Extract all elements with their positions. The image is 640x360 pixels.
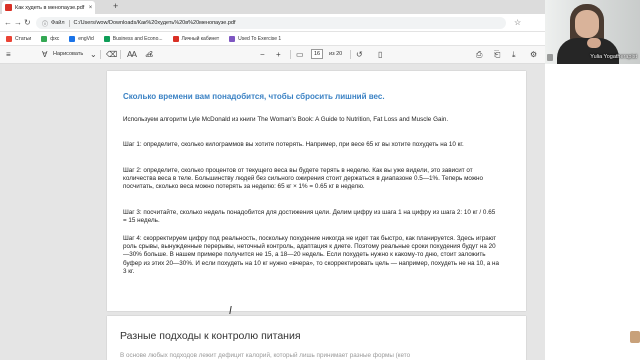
bookmark-label: Личный кабинет <box>181 35 220 42</box>
bookmark-business[interactable]: Business and Econo... <box>103 35 163 42</box>
settings-icon[interactable]: ⚙ <box>530 49 537 60</box>
bookmark-icon <box>229 35 236 42</box>
bookmark-articles[interactable]: Статьи <box>6 35 32 42</box>
reload-icon[interactable]: ↻ <box>24 17 31 28</box>
side-widget-icon[interactable] <box>630 331 640 343</box>
close-icon[interactable]: × <box>86 5 95 11</box>
draw-icon[interactable]: ∀ <box>42 49 47 60</box>
save-as-icon[interactable]: ⤓ <box>512 49 516 60</box>
paragraph: Шаг 1: определите, сколько килограммов в… <box>123 141 464 148</box>
read-aloud-icon[interactable]: ൿ <box>145 49 153 60</box>
paragraph: Шаг 4: скорректируем цифру под реальност… <box>123 235 500 275</box>
menu-icon[interactable]: ≡ <box>6 49 11 60</box>
pdf-toolbar: ≡ ∀ Нарисовать ⌄ ⌫ Ꜳ ൿ − + ▭ 16 из 20 ↺ … <box>0 46 545 64</box>
webcam-overlay: Yulia Yogatherapist <box>545 0 640 64</box>
bookmark-engvid[interactable]: engVid <box>69 35 94 42</box>
bookmark-label: фхс <box>50 35 60 42</box>
bookmark-icon <box>41 35 48 42</box>
zoom-in-icon[interactable]: + <box>276 49 281 60</box>
url-divider <box>68 19 70 27</box>
presenter-hand <box>587 38 601 48</box>
tab-bar: Как худеть в менопаузе.pdf × + <box>0 0 545 14</box>
page-total: из 20 <box>329 51 343 57</box>
page-number-input[interactable]: 16 <box>311 49 323 59</box>
toolbar-divider <box>100 50 101 59</box>
paragraph: В основе любых подходов лежит дефицит ка… <box>120 352 411 359</box>
zoom-out-icon[interactable]: − <box>260 49 265 60</box>
browser-window: Как худеть в менопаузе.pdf × + ← → ↻ ⓘ Ф… <box>0 0 545 360</box>
url-scheme: Файл <box>51 20 65 26</box>
paragraph: Шаг 2: определите, сколько процентов от … <box>123 167 484 191</box>
bookmark-icon <box>172 35 179 42</box>
pdf-page: Сколько времени вам понадобится, чтобы с… <box>107 71 526 311</box>
rotate-icon[interactable]: ↺ <box>356 49 363 60</box>
section-heading: Сколько времени вам понадобится, чтобы с… <box>123 92 385 101</box>
paragraph: Шаг 3: посчитайте, сколько недель понадо… <box>123 209 496 225</box>
bookmark-exercise[interactable]: Used To Exercise 1 <box>229 35 282 42</box>
save-icon[interactable]: ⎗ <box>494 49 500 60</box>
address-bar: ← → ↻ ⓘ Файл C:/Users/wow/Downloads/Как%… <box>0 14 545 32</box>
section-heading: Разные подходы к контролю питания <box>120 330 301 342</box>
bookmark-account[interactable]: Личный кабинет <box>172 35 220 42</box>
screen: Как худеть в менопаузе.pdf × + ← → ↻ ⓘ Ф… <box>0 0 640 360</box>
bookmark-label: Used To Exercise 1 <box>238 35 282 42</box>
star-icon[interactable]: ☆ <box>514 17 521 28</box>
presenter-name: Yulia Yogatherapist <box>590 54 637 60</box>
back-icon[interactable]: ← <box>4 17 12 28</box>
forward-icon[interactable]: → <box>14 17 22 28</box>
eraser-icon[interactable]: ⌫ <box>106 49 117 60</box>
print-icon[interactable]: ⎙ <box>476 49 482 60</box>
url-field[interactable]: ⓘ Файл C:/Users/wow/Downloads/Как%20худе… <box>36 17 506 29</box>
toolbar-divider <box>120 50 121 59</box>
bookmarks-bar: Статьи фхс engVid Business and Econo... … <box>0 32 545 46</box>
tab-title: Как худеть в менопаузе.pdf <box>15 4 85 11</box>
bookmark-icon <box>69 35 76 42</box>
bookmark-label: Business and Econo... <box>112 35 163 42</box>
url-text[interactable]: C:/Users/wow/Downloads/Как%20худеть%20в%… <box>74 20 236 26</box>
pdf-viewer[interactable]: Сколько времени вам понадобится, чтобы с… <box>0 64 545 360</box>
page-view-icon[interactable]: ▯ <box>378 49 382 60</box>
bookmark-icon <box>103 35 110 42</box>
bookmark-fhs[interactable]: фхс <box>41 35 60 42</box>
text-icon[interactable]: Ꜳ <box>127 49 137 60</box>
toolbar-divider <box>290 50 291 59</box>
bookmark-label: Статьи <box>15 35 32 42</box>
chevron-down-icon[interactable]: ⌄ <box>90 49 97 60</box>
info-icon[interactable]: ⓘ <box>42 19 48 28</box>
fit-page-icon[interactable]: ▭ <box>296 49 304 60</box>
bookmark-label: engVid <box>78 35 94 42</box>
toolbar-divider <box>350 50 351 59</box>
bookmark-icon <box>6 35 12 42</box>
presenter-face <box>575 10 599 38</box>
pdf-page: Разные подходы к контролю питания В осно… <box>107 316 526 360</box>
draw-label[interactable]: Нарисовать <box>53 51 83 57</box>
tab-pdf[interactable]: Как худеть в менопаузе.pdf × <box>2 1 95 14</box>
new-tab-button[interactable]: + <box>113 1 118 12</box>
pdf-icon <box>5 4 12 11</box>
paragraph: Используем алгоритм Lyle McDonald из кни… <box>123 116 449 123</box>
